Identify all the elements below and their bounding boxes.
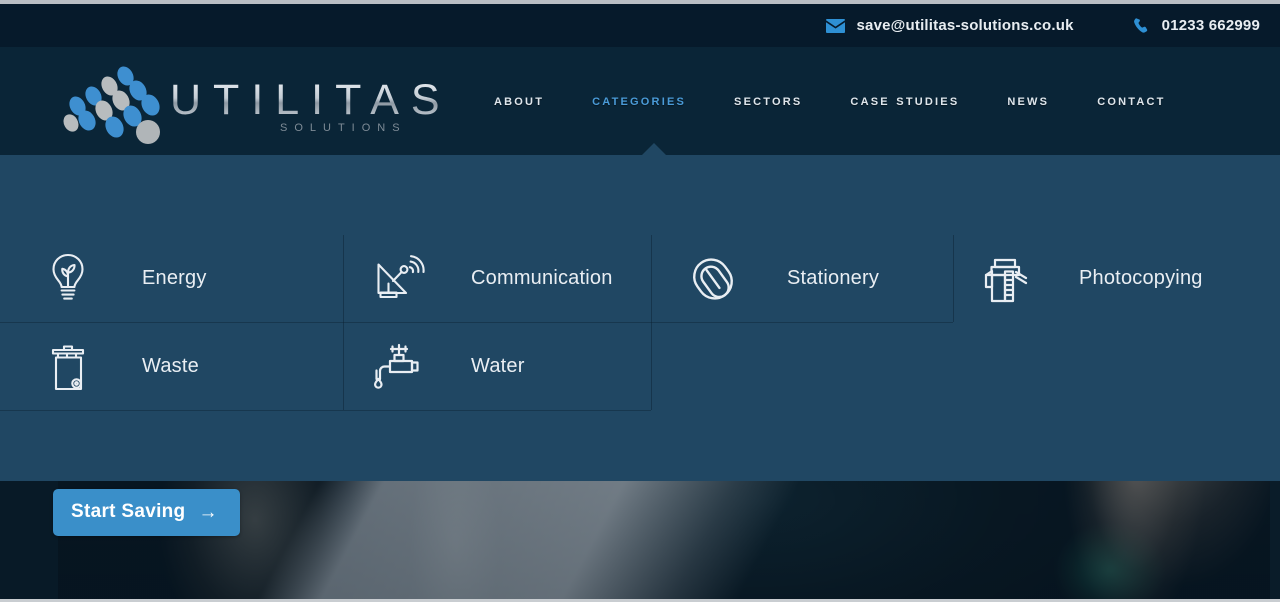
- nav-item-news[interactable]: News: [983, 92, 1073, 110]
- dropdown-divider-horizontal-3: [0, 410, 651, 411]
- hero-left-edge: [0, 481, 58, 602]
- categories-row-1: Energy Communication Stationery Photocop…: [0, 235, 1280, 322]
- category-label-waste: Waste: [142, 355, 199, 377]
- lightbulb-leaf-icon: [36, 253, 100, 305]
- category-label-communication: Communication: [471, 267, 613, 289]
- top-utility-bar: save@utilitas-solutions.co.uk 01233 6629…: [0, 4, 1280, 47]
- logo-tagline: SOLUTIONS: [280, 122, 407, 134]
- contact-email-text: save@utilitas-solutions.co.uk: [856, 17, 1074, 34]
- category-item-waste[interactable]: Waste: [0, 323, 343, 410]
- nav-item-contact[interactable]: Contact: [1073, 92, 1189, 110]
- category-item-water[interactable]: Water: [343, 323, 651, 410]
- start-saving-label: Start Saving: [71, 501, 186, 522]
- envelope-icon: [825, 18, 845, 33]
- satellite-dish-icon: [367, 253, 431, 305]
- category-item-energy[interactable]: Energy: [0, 235, 343, 322]
- photocopier-icon: [977, 252, 1041, 306]
- hero-right-edge: [1270, 481, 1280, 602]
- contact-phone-link[interactable]: 01233 662999: [1133, 17, 1260, 34]
- tap-faucet-icon: [367, 341, 431, 393]
- start-saving-button[interactable]: Start Saving →: [53, 489, 240, 536]
- category-label-water: Water: [471, 355, 525, 377]
- wheelie-bin-icon: [36, 340, 100, 394]
- category-item-communication[interactable]: Communication: [343, 235, 651, 322]
- contact-phone-text: 01233 662999: [1161, 17, 1260, 34]
- categories-dropdown-panel: Energy Communication Stationery Photocop…: [0, 155, 1280, 481]
- page-root: save@utilitas-solutions.co.uk 01233 6629…: [0, 0, 1280, 602]
- main-navigation: About Categories Sectors Case Studies Ne…: [470, 47, 1190, 155]
- nav-item-categories[interactable]: Categories: [568, 92, 710, 110]
- category-label-photocopying: Photocopying: [1079, 267, 1203, 289]
- category-label-stationery: Stationery: [787, 267, 880, 289]
- arrow-right-icon: →: [198, 501, 218, 523]
- nav-item-case-studies[interactable]: Case Studies: [826, 92, 983, 110]
- contact-email-link[interactable]: save@utilitas-solutions.co.uk: [825, 17, 1074, 34]
- category-item-photocopying[interactable]: Photocopying: [953, 235, 1280, 322]
- category-label-energy: Energy: [142, 267, 207, 289]
- utilitas-dots-logo: [50, 63, 164, 144]
- site-logo[interactable]: UTILITAS SOLUTIONS: [50, 58, 440, 148]
- nav-item-sectors[interactable]: Sectors: [710, 92, 826, 110]
- logo-wordmark: UTILITAS: [170, 76, 452, 124]
- categories-row-2: Waste Water: [0, 323, 1280, 410]
- categories-grid: Energy Communication Stationery Photocop…: [0, 235, 1280, 410]
- paperclip-icon: [681, 254, 745, 304]
- nav-item-about[interactable]: About: [470, 92, 568, 110]
- phone-icon: [1133, 17, 1150, 34]
- category-item-stationery[interactable]: Stationery: [651, 235, 953, 322]
